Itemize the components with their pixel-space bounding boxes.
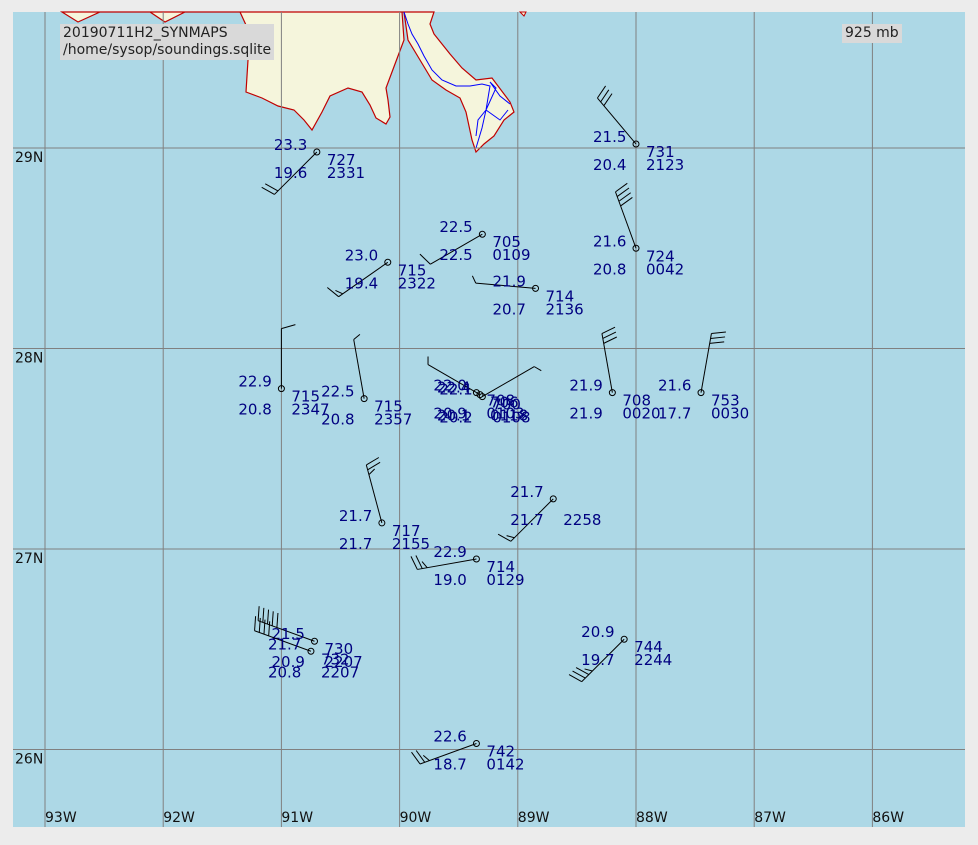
lon-label: 87W [754, 810, 786, 826]
station-time: 2322 [398, 274, 436, 292]
station-time: 0042 [646, 260, 684, 278]
lon-label: 88W [636, 810, 668, 826]
station-dewpoint: 18.7 [433, 755, 466, 773]
station-dewpoint: 20.2 [439, 409, 472, 427]
station-time: 2357 [374, 411, 412, 429]
station-time: 2123 [646, 156, 684, 174]
lat-label: 26N [15, 752, 43, 768]
station-dewpoint: 20.8 [321, 411, 354, 429]
station-time: 0030 [711, 405, 749, 423]
station-dewpoint: 19.7 [581, 651, 614, 669]
station-time: 0108 [492, 409, 530, 427]
station-temperature: 22.6 [433, 727, 466, 745]
lat-label: 27N [15, 551, 43, 567]
map-frame: 29N 28N 27N 26N 93W 92W 91W 90W 89W 88W 87W 86W 23.… [0, 0, 978, 841]
pressure-level-badge: 925 mb [842, 24, 902, 43]
station-dewpoint: 20.8 [238, 401, 271, 419]
station-time: 2155 [392, 535, 430, 553]
lon-label: 92W [163, 810, 195, 826]
pressure-level: 925 mb [845, 25, 899, 41]
station-temperature: 23.3 [274, 136, 307, 154]
station-dewpoint: 22.5 [439, 246, 472, 264]
station-dewpoint: 21.7 [339, 535, 372, 553]
station-dewpoint: 20.8 [593, 260, 626, 278]
station-dewpoint: 19.0 [433, 571, 466, 589]
station-temperature: 23.0 [345, 246, 378, 264]
lat-label: 29N [15, 150, 43, 166]
lon-label: 91W [281, 810, 313, 826]
lon-label: 90W [400, 810, 432, 826]
lat-label: 28N [15, 351, 43, 367]
map-canvas[interactable]: 29N 28N 27N 26N 93W 92W 91W 90W 89W 88W 87W 86W 23.… [0, 0, 978, 841]
station-dewpoint: 21.7 [510, 511, 543, 529]
lon-label: 89W [518, 810, 550, 826]
station-temperature: 22.1 [439, 381, 472, 399]
station-dewpoint: 17.7 [658, 405, 691, 423]
station-dewpoint: 19.6 [274, 164, 307, 182]
station-time: 0109 [492, 246, 530, 264]
lon-label: 86W [872, 810, 904, 826]
station-time: 2331 [327, 164, 365, 182]
station-dewpoint: 20.7 [493, 300, 526, 318]
station-time: 0129 [486, 571, 524, 589]
station-dewpoint: 21.9 [569, 405, 602, 423]
station-temperature: 20.9 [581, 623, 614, 641]
station-temperature: 21.9 [493, 272, 526, 290]
product-title: 20190711H2_SYNMAPS [63, 25, 271, 42]
station-temperature: 21.9 [569, 377, 602, 395]
station-temperature: 21.6 [658, 377, 691, 395]
station-temperature: 22.9 [238, 373, 271, 391]
station-temperature: 21.6 [593, 232, 626, 250]
title-box: 20190711H2_SYNMAPS /home/sysop/soundings… [60, 24, 274, 60]
station-temperature: 22.5 [321, 383, 354, 401]
station-temperature: 21.5 [593, 128, 626, 146]
station-dewpoint: 20.4 [593, 156, 626, 174]
source-path: /home/sysop/soundings.sqlite [63, 42, 271, 59]
lon-label: 93W [45, 810, 77, 826]
station-dewpoint: 20.8 [268, 663, 301, 681]
station-time: 2207 [321, 663, 359, 681]
station-temperature: 22.5 [439, 218, 472, 236]
station-temperature: 22.9 [433, 543, 466, 561]
station-time: 0020 [622, 405, 660, 423]
station-dewpoint: 19.4 [345, 274, 378, 292]
station-temperature: 21.7 [339, 507, 372, 525]
station-time: 2258 [563, 511, 601, 529]
station-temperature: 21.7 [510, 483, 543, 501]
station-temperature: 21.7 [268, 635, 301, 653]
station-time: 0142 [486, 755, 524, 773]
station-time: 2136 [546, 300, 584, 318]
station-time: 2244 [634, 651, 672, 669]
